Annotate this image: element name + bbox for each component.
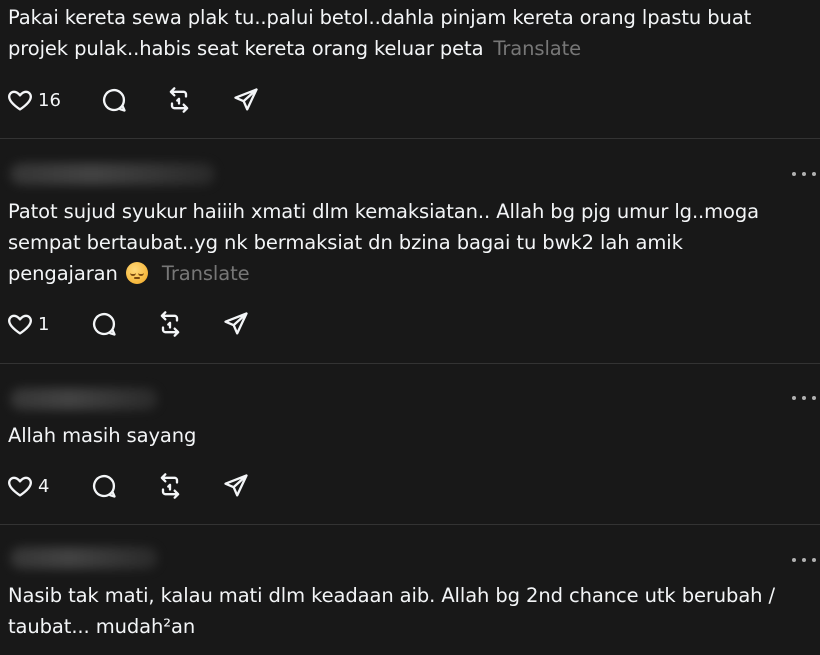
post-1-repost-button[interactable] [165, 82, 193, 118]
heart-icon [8, 476, 32, 497]
divider-1 [0, 138, 820, 139]
more-dots-icon [792, 396, 796, 400]
post-2-like-button[interactable]: 1 [6, 306, 49, 342]
relieved-face-emoji [125, 262, 148, 284]
post-3-like-button[interactable]: 4 [6, 468, 49, 504]
post-3-repost-button[interactable] [156, 468, 184, 504]
post-2-actions: 1 [0, 306, 820, 342]
repost-icon [160, 473, 180, 499]
post-1-translate-link[interactable]: Translate [493, 37, 581, 60]
comment-bubble-icon [92, 313, 116, 336]
post-2-more-button[interactable] [792, 167, 816, 181]
comment-bubble-icon [102, 89, 126, 112]
post-3-body: Allah masih sayang [8, 424, 197, 447]
repost-icon [160, 311, 180, 337]
divider-3 [0, 524, 820, 525]
post-3-text: Allah masih sayang [8, 420, 796, 451]
post-2-body: Patot sujud syukur haiiih xmati dlm kema… [8, 200, 759, 285]
post-2-translate-link[interactable]: Translate [162, 262, 250, 285]
post-4-body: Nasib tak mati, kalau mati dlm keadaan a… [8, 584, 776, 638]
send-icon [224, 474, 248, 497]
post-1-text: Pakai kereta sewa plak tu..palui betol..… [8, 2, 796, 64]
post-1-like-count: 16 [38, 89, 61, 111]
heart-icon [8, 314, 32, 335]
post-2-share-button[interactable] [222, 306, 250, 342]
post-4-author-blurred [10, 547, 158, 569]
repost-icon [169, 87, 189, 113]
send-icon [234, 88, 258, 111]
more-dots-icon [792, 558, 796, 562]
post-2-like-count: 1 [38, 313, 50, 335]
comment-bubble-icon [92, 475, 116, 498]
divider-2 [0, 363, 820, 364]
post-3-share-button[interactable] [222, 468, 250, 504]
more-dots-icon [792, 172, 796, 176]
post-3-reply-button[interactable] [90, 468, 118, 504]
post-4-text: Nasib tak mati, kalau mati dlm keadaan a… [8, 580, 796, 642]
post-2-text: Patot sujud syukur haiiih xmati dlm kema… [8, 196, 796, 289]
post-2-repost-button[interactable] [156, 306, 184, 342]
post-3-like-count: 4 [38, 475, 50, 497]
post-1-like-button[interactable]: 16 [6, 82, 61, 118]
post-3-more-button[interactable] [792, 391, 816, 405]
post-1-reply-button[interactable] [100, 82, 128, 118]
post-1-actions: 16 [0, 82, 820, 118]
post-1-share-button[interactable] [232, 82, 260, 118]
post-1-body: Pakai kereta sewa plak tu..palui betol..… [8, 6, 752, 60]
post-3-author-blurred [10, 388, 158, 410]
post-2-author-blurred [10, 163, 215, 185]
post-2-reply-button[interactable] [90, 306, 118, 342]
post-4-more-button[interactable] [792, 553, 816, 567]
heart-icon [8, 90, 32, 111]
post-3-actions: 4 [0, 468, 820, 504]
send-icon [224, 312, 248, 335]
